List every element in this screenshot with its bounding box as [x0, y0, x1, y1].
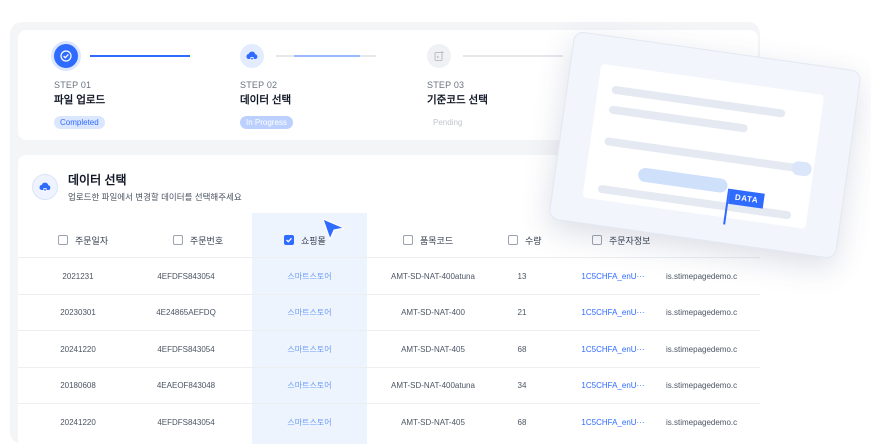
cell-order-date: 2021231 — [62, 271, 94, 281]
step-title: 파일 업로드 — [54, 94, 106, 106]
step-file-upload[interactable]: STEP 01 파일 업로드 Completed — [54, 44, 234, 130]
table-row[interactable]: 20241220 4EFDFS843054 스마트스토어 AMT-SD-NAT-… — [18, 330, 760, 367]
step-data-select[interactable]: STEP 02 데이터 선택 In Progress — [240, 44, 420, 130]
cell-order-date: 20230301 — [60, 308, 96, 317]
cell-shopping-mall: 스마트스토어 — [287, 308, 332, 317]
cell-order-number: 4EFDFS843054 — [157, 417, 215, 427]
cursor-pointer-icon — [322, 218, 346, 245]
step-number: STEP 02 — [240, 80, 278, 90]
column-label: 수량 — [525, 235, 542, 246]
cell-item-code: AMT-SD-NAT-400atuna — [391, 271, 475, 281]
checkbox-icon[interactable] — [284, 235, 294, 245]
placeholder-line — [604, 137, 799, 173]
cell-shopping-mall: 스마트스토어 — [287, 417, 332, 427]
step-connector — [90, 55, 190, 57]
check-icon — [54, 44, 78, 68]
illustration-document: DATA — [582, 63, 825, 229]
table-row[interactable]: 20180608 4EAEOF843048 스마트스토어 AMT-SD-NAT-… — [18, 366, 760, 404]
column-header-quantity[interactable]: 수량 — [508, 225, 542, 255]
column-header-item-code[interactable]: 품목코드 — [403, 225, 453, 255]
column-header-order-number[interactable]: 주문번호 — [173, 225, 223, 255]
cell-domain: is.stimepagedemo.c — [666, 271, 738, 281]
status-badge: In Progress — [240, 116, 293, 129]
cloud-upload-icon — [240, 44, 264, 68]
cell-item-code: AMT-SD-NAT-405 — [401, 344, 465, 354]
table-row[interactable]: 2021231 4EFDFS843054 스마트스토어 AMT-SD-NAT-4… — [18, 257, 760, 294]
cell-orderer-info[interactable]: 1C5CHFA_enU··· — [578, 258, 648, 294]
data-illustration-card: DATA — [548, 30, 862, 260]
panel-title: 데이터 선택 — [68, 173, 127, 187]
cell-item-code: AMT-SD-NAT-400atuna — [391, 381, 475, 390]
cell-domain: is.stimepagedemo.c — [666, 308, 738, 317]
checkbox-icon[interactable] — [403, 235, 413, 245]
cell-item-code: AMT-SD-NAT-400 — [401, 308, 465, 317]
column-label: 주문일자 — [75, 235, 109, 246]
cell-quantity: 13 — [517, 271, 527, 281]
checkbox-icon[interactable] — [173, 235, 183, 245]
checkbox-icon[interactable] — [508, 235, 518, 245]
cell-quantity: 34 — [517, 381, 527, 390]
cell-quantity: 68 — [517, 344, 527, 354]
column-header-shopping-mall[interactable]: 쇼핑몰 — [284, 225, 326, 255]
panel-subtitle: 업로드한 파일에서 변경할 데이터를 선택해주세요 — [68, 192, 242, 202]
highlight-dot — [790, 160, 813, 178]
cell-order-date: 20241220 — [60, 344, 96, 354]
step-connector — [463, 55, 563, 57]
cell-orderer-info[interactable]: 1C5CHFA_enU··· — [578, 368, 648, 404]
status-badge: Pending — [427, 116, 469, 129]
column-label: 주문자정보 — [609, 235, 651, 246]
cell-orderer-info[interactable]: 1C5CHFA_enU··· — [578, 404, 648, 440]
code-file-icon — [427, 44, 451, 68]
cell-shopping-mall: 스마트스토어 — [287, 344, 332, 354]
cell-domain: is.stimepagedemo.c — [666, 381, 738, 390]
column-header-order-date[interactable]: 주문일자 — [58, 225, 108, 255]
column-label: 주문번호 — [190, 235, 224, 246]
cell-order-number: 4E24865AEFDQ — [156, 308, 216, 317]
cell-shopping-mall: 스마트스토어 — [287, 271, 332, 281]
cloud-upload-icon — [32, 174, 58, 200]
highlight-bar — [637, 167, 729, 194]
cell-order-number: 4EFDFS843054 — [157, 271, 215, 281]
table-row[interactable]: 20230301 4E24865AEFDQ 스마트스토어 AMT-SD-NAT-… — [18, 293, 760, 331]
cell-order-date: 20180608 — [60, 381, 96, 390]
cell-orderer-info[interactable]: 1C5CHFA_enU··· — [578, 295, 648, 331]
checkbox-icon[interactable] — [58, 235, 68, 245]
step-connector — [276, 55, 376, 57]
panel-header: 데이터 선택 업로드한 파일에서 변경할 데이터를 선택해주세요 — [32, 171, 242, 203]
cell-domain: is.stimepagedemo.c — [666, 417, 738, 427]
cell-order-number: 4EAEOF843048 — [156, 381, 216, 390]
cell-quantity: 68 — [517, 417, 527, 427]
cell-domain: is.stimepagedemo.c — [666, 344, 738, 354]
table-row[interactable]: 20241220 4EFDFS843054 스마트스토어 AMT-SD-NAT-… — [18, 403, 760, 440]
step-number: STEP 01 — [54, 80, 92, 90]
step-title: 데이터 선택 — [240, 94, 292, 106]
cell-quantity: 21 — [517, 308, 527, 317]
cell-item-code: AMT-SD-NAT-405 — [401, 417, 465, 427]
column-label: 품목코드 — [420, 235, 454, 246]
checkbox-icon[interactable] — [592, 235, 602, 245]
cell-order-date: 20241220 — [60, 417, 96, 427]
status-badge: Completed — [54, 116, 105, 129]
cell-orderer-info[interactable]: 1C5CHFA_enU··· — [578, 331, 648, 367]
cell-order-number: 4EFDFS843054 — [157, 344, 215, 354]
table-body: 2021231 4EFDFS843054 스마트스토어 AMT-SD-NAT-4… — [18, 257, 760, 440]
cell-shopping-mall: 스마트스토어 — [287, 381, 332, 390]
